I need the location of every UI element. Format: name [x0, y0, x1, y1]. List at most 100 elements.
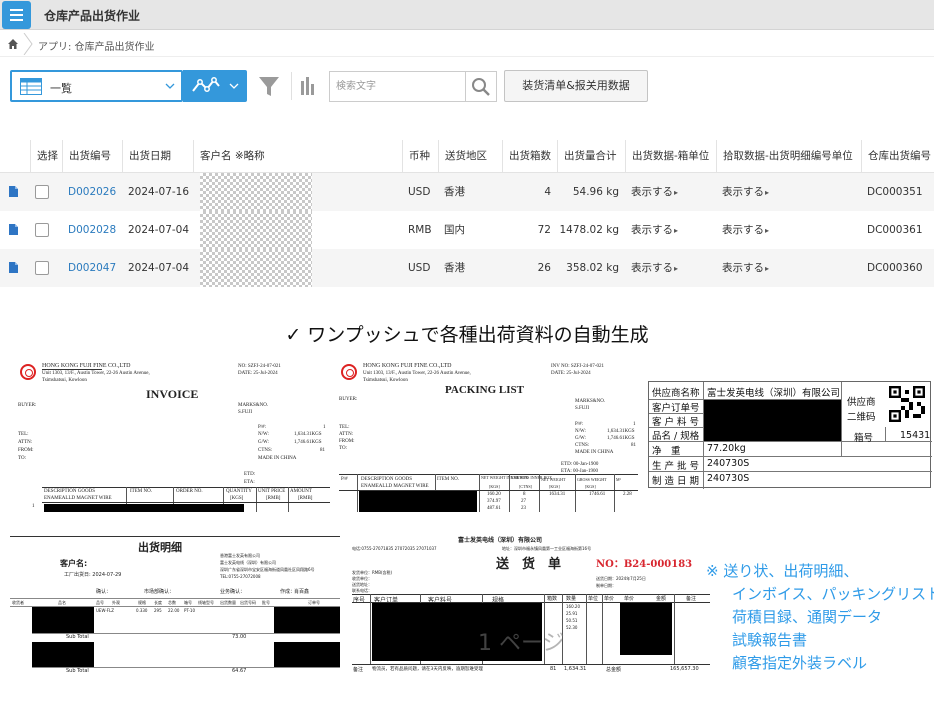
packing-tel: TEL: [339, 425, 350, 430]
redacted-detail-rows [274, 642, 340, 667]
redacted-label-fields [704, 400, 841, 441]
hamburger-icon [10, 9, 23, 11]
record-detail-icon[interactable] [9, 224, 18, 235]
detail-row-spec: 0.330 [136, 608, 148, 613]
breadcrumb-app-link[interactable]: アプリ: 仓库产品出货作业 [38, 38, 155, 53]
detail-address-1: 香港富士发英有限公司 [220, 553, 260, 558]
label-order-label: 客户订单号 [652, 403, 700, 414]
redacted-detail-rows [32, 607, 94, 633]
box-data-show-link[interactable]: 表示する [625, 173, 716, 211]
pick-data-show-link[interactable]: 表示する [716, 211, 861, 249]
detail-author-name: 肖百鑫 [294, 589, 310, 595]
invoice-attn: ATTN: [18, 440, 33, 445]
packing-total: 1634.31 [549, 492, 566, 497]
packing-company: HONG KONG FUJI FINE CO.,LTD [363, 363, 452, 369]
shipment-date: 2024-07-16 [128, 186, 190, 198]
label-date-value: 240730S [707, 473, 750, 484]
redacted-waybill-prices [620, 603, 672, 655]
row-select-checkbox[interactable] [35, 261, 49, 275]
qr-code-icon [889, 386, 925, 422]
packing-date: DATE: 25-Jul-2024 [551, 371, 591, 376]
packing-value: 8 [523, 492, 526, 497]
label-box-value: 15431 [900, 430, 931, 441]
region: 香港 [444, 186, 465, 198]
packing-gw-label: G/W: [575, 436, 586, 441]
detail-address-2: 富士发英电线（深圳）有限公司 [220, 560, 276, 565]
currency: USD [408, 186, 431, 198]
detail-row-length: 22.00 [168, 608, 180, 613]
packing-list-customs-data-button[interactable]: 装货清单&报关用数据 [504, 70, 648, 102]
shipment-no-link[interactable]: D002028 [62, 211, 122, 249]
column-header-boxes[interactable]: 出货箱数 [502, 140, 557, 173]
row-select-checkbox[interactable] [35, 223, 49, 237]
column-header-region[interactable]: 送货地区 [438, 140, 502, 173]
rule [586, 594, 587, 664]
invoice-col-unit-price: UNIT PRICE [258, 489, 286, 494]
view-selector[interactable]: 一覧 [10, 70, 183, 102]
label-lot-label: 生 产 批 号 [652, 461, 700, 472]
invoice-col-description-sub: ENAMEALLD MAGNET WIRE [44, 496, 112, 501]
graph-view-button[interactable] [183, 70, 247, 102]
column-header-customer[interactable]: 客户名 ※略称 [193, 140, 402, 173]
row-select-checkbox[interactable] [35, 185, 49, 199]
column-header-box-data[interactable]: 出货数据-箱单位 [625, 140, 716, 173]
shipment-no-link[interactable]: D002047 [62, 249, 122, 287]
waybill-qty-value: 50.51 [566, 618, 578, 623]
supported-documents-note: ※ 送り状、出荷明細、 インボイス、パッキングリスト 荷積目録、通関データ 試験… [706, 560, 934, 675]
packing-col-net-weight: NET WEIGHT [541, 477, 566, 482]
region: 国内 [444, 224, 465, 236]
waybill-total-label: 总金额 [606, 667, 622, 673]
chart-button[interactable] [291, 72, 321, 100]
redacted-customer-name [200, 173, 312, 211]
invoice-to: TO: [18, 456, 26, 461]
record-detail-icon[interactable] [9, 186, 18, 197]
column-header-warehouse-no[interactable]: 仓库出货编号 [861, 140, 934, 173]
pick-data-show-link[interactable]: 表示する [716, 249, 861, 287]
packing-total: 2.28 [623, 492, 632, 497]
warehouse-no: DC000361 [867, 224, 923, 236]
box-data-show-link[interactable]: 表示する [625, 211, 716, 249]
box-count: 72 [537, 224, 551, 236]
search-button[interactable] [466, 71, 497, 102]
waybill-title: 送 货 单 [496, 557, 562, 572]
column-header-shipment-no[interactable]: 出货编号 [62, 140, 122, 173]
packing-col-pno: P/# [341, 477, 348, 482]
menu-button[interactable] [2, 1, 31, 29]
column-header-currency[interactable]: 币种 [402, 140, 438, 173]
packing-pno-label: P/#: [575, 422, 584, 427]
detail-author-label: 作成： [280, 589, 296, 595]
column-header-weight[interactable]: 出货量合计 [557, 140, 625, 173]
rule [256, 487, 257, 512]
invoice-document-preview: HONG KONG FUJI FINE CO.,LTD Unit 1303, 1… [18, 362, 330, 512]
warehouse-no: DC000360 [867, 262, 923, 274]
bar-chart-icon [301, 77, 314, 95]
line-graph-icon [192, 77, 220, 92]
shipment-date: 2024-07-04 [128, 224, 190, 236]
packing-total: 1746.61 [589, 492, 606, 497]
pick-data-show-link[interactable]: 表示する [716, 173, 861, 211]
redacted-packing-rows [359, 491, 477, 512]
record-detail-icon[interactable] [9, 262, 18, 273]
table-view-icon [20, 78, 42, 95]
invoice-address: Unit 1303, 13/F., Austin Tower, 22-26 Au… [42, 371, 150, 376]
shipment-no-link[interactable]: D002026 [62, 173, 122, 211]
waybill-company: 富士发英电线（深圳）有限公司 [458, 537, 543, 544]
filter-button[interactable] [254, 72, 284, 100]
column-header-pick-data[interactable]: 拾取数据-出货明细编号单位 [716, 140, 861, 173]
outer-box-label-preview: 供应商名称 富士发英电线（深圳）有限公司 客户订单号 客 户 料 号 品名 / … [648, 381, 932, 489]
packing-nw-label: N/W: [575, 429, 586, 434]
waybill-h-price: 单价 [604, 596, 615, 602]
packing-col-item: ITEM NO. [437, 477, 459, 482]
home-icon[interactable] [7, 38, 19, 50]
packing-col-volume: M³ [616, 477, 621, 482]
column-header-shipment-date[interactable]: 出货日期 [122, 140, 193, 173]
rule [42, 502, 330, 503]
packing-address: Unit 1303, 13/F., Austin Tower, 22-26 Au… [363, 371, 471, 376]
table-header: 选择 出货编号 出货日期 客户名 ※略称 币种 送货地区 出货箱数 出货量合计 … [0, 140, 934, 173]
box-data-show-link[interactable]: 表示する [625, 249, 716, 287]
search-input[interactable] [329, 71, 466, 102]
detail-confirm: 确认： [96, 589, 112, 595]
packing-col-description: DESCRIPTION GOODS [361, 477, 412, 482]
packing-made-in: MADE IN CHINA [575, 450, 614, 455]
packing-to: TO: [339, 446, 347, 451]
